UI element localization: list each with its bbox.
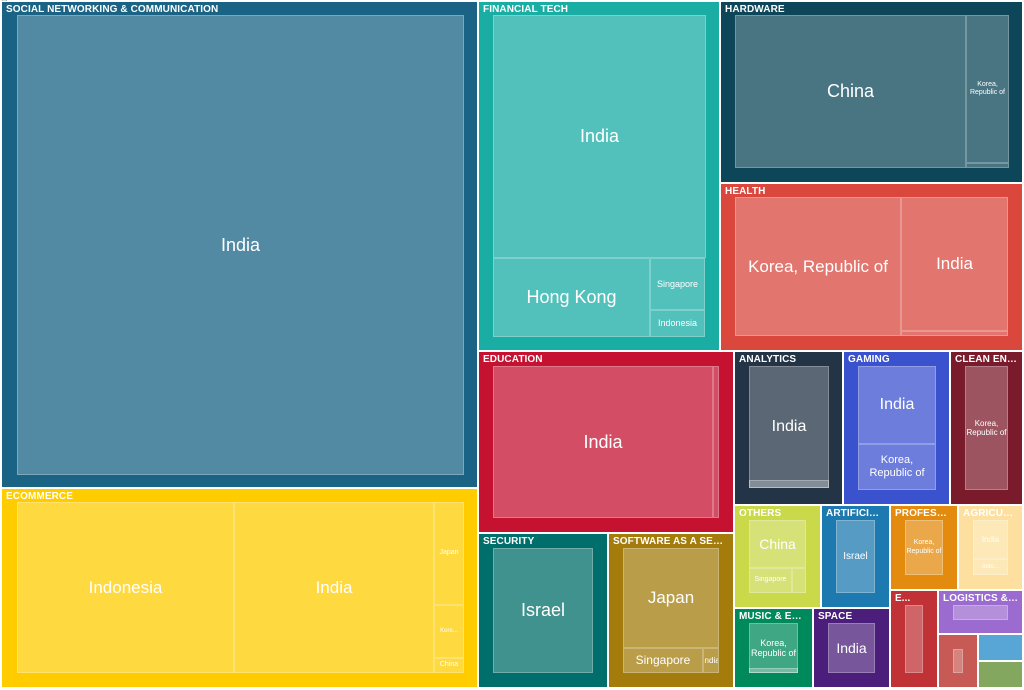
group-label: Others	[739, 508, 782, 519]
leaf-india[interactable]: India	[703, 648, 719, 673]
group-artificial-intelligence[interactable]: Artificial IntelligenceIsrael	[821, 505, 890, 608]
group-label: Financial Tech	[483, 4, 569, 15]
leaf-korea-republic-of[interactable]: Korea, Republic of	[749, 623, 798, 673]
group-label: Agriculture	[963, 508, 1018, 519]
group-unlabeled-19[interactable]	[938, 634, 978, 688]
leaf-hong-kong[interactable]: Hong Kong	[493, 258, 650, 337]
group-label: Hardware	[725, 4, 785, 15]
leaf-unlabeled[interactable]	[905, 605, 923, 673]
group-professional-services[interactable]: Professional ServicesKorea, Republic of	[890, 505, 958, 590]
leaf-india[interactable]: India	[234, 502, 434, 673]
leaf-korea-republic-of[interactable]: Korea, Republic of	[965, 366, 1008, 490]
leaf-israel[interactable]: Israel	[493, 548, 593, 673]
group-label: Space	[818, 611, 853, 622]
group-label: Education	[483, 354, 543, 365]
group-label: Artificial Intelligence	[826, 508, 885, 519]
group-space[interactable]: Space India	[813, 608, 890, 688]
group-financial-tech[interactable]: Financial Tech India Hong Kong Singapore Ind…	[478, 1, 720, 351]
group-gaming[interactable]: Gaming India Korea, Republic of	[843, 351, 950, 505]
leaf-india[interactable]: India	[828, 623, 875, 673]
group-label: Health	[725, 186, 766, 197]
leaf-singapore[interactable]: Singapore	[623, 648, 703, 673]
leaf-korea-republic-of[interactable]: Korea, Republic of	[858, 444, 936, 490]
group-unlabeled-21[interactable]	[978, 661, 1023, 688]
group-others[interactable]: Others China Singapore	[734, 505, 821, 608]
group-music-entertainment[interactable]: Music & EntertainmentKorea, Republic of	[734, 608, 813, 688]
group-label: Social Networking & Communication	[6, 4, 219, 15]
group-logistics-transportation[interactable]: Logistics & Transportation	[938, 590, 1023, 634]
leaf-singapore[interactable]: Singapore	[650, 258, 705, 310]
group-label: E...	[895, 593, 911, 604]
leaf-japan[interactable]: Japan	[623, 548, 719, 648]
leaf-unlabeled[interactable]	[749, 668, 798, 673]
leaf-korea-republic-of[interactable]: Korea, Republic of	[735, 197, 901, 336]
leaf-unlabeled[interactable]	[978, 661, 1023, 688]
leaf-india[interactable]: India	[973, 520, 1008, 559]
leaf-india[interactable]: India	[858, 366, 936, 444]
group-label: Software as a Service	[613, 536, 729, 547]
group-clean-energy[interactable]: Clean EnergyKorea, Republic of	[950, 351, 1023, 505]
group-label: Analytics	[739, 354, 797, 365]
leaf-singapore[interactable]: Singapore	[749, 568, 792, 593]
leaf-unlabeled[interactable]	[901, 331, 1008, 336]
group-social-networking-communication[interactable]: Social Networking & Communication India	[1, 1, 478, 488]
group-label: Professional Services	[895, 508, 953, 519]
group-ecommerce[interactable]: Ecommerce Indonesia India Japan Kore... China	[1, 488, 478, 688]
group-e[interactable]: E...	[890, 590, 938, 688]
leaf-india[interactable]: India	[493, 366, 713, 518]
leaf-unlabeled[interactable]	[953, 605, 1008, 620]
group-unlabeled-20[interactable]	[978, 634, 1023, 661]
group-label: Clean Energy	[955, 354, 1018, 365]
leaf-korea-republic-of[interactable]: Korea, Republic of	[905, 520, 943, 575]
group-education[interactable]: Education India	[478, 351, 734, 533]
treemap-chart: all Social Networking & CommunicationInd…	[0, 0, 1024, 690]
leaf-japan[interactable]: Japan	[434, 502, 464, 605]
leaf-unlabeled[interactable]	[713, 366, 719, 518]
leaf-indo[interactable]: Indo...	[973, 559, 1008, 575]
leaf-unlabeled[interactable]	[792, 568, 806, 593]
leaf-kore[interactable]: Kore...	[434, 605, 464, 658]
group-agriculture[interactable]: AgricultureIndiaIndo...	[958, 505, 1023, 590]
leaf-india[interactable]: India	[17, 15, 464, 475]
leaf-india[interactable]: India	[749, 366, 829, 488]
leaf-unlabeled[interactable]	[749, 480, 829, 488]
leaf-unlabeled[interactable]	[953, 649, 963, 673]
leaf-unlabeled[interactable]	[978, 634, 1023, 661]
group-software-as-a-service[interactable]: Software as a ServiceJapanSingaporeIndia	[608, 533, 734, 688]
group-health[interactable]: Health Korea, Republic of India	[720, 183, 1023, 351]
leaf-india[interactable]: India	[901, 197, 1008, 331]
leaf-indonesia[interactable]: Indonesia	[17, 502, 234, 673]
group-label: Gaming	[848, 354, 890, 365]
leaf-unlabeled[interactable]	[966, 163, 1009, 168]
leaf-korea-republic-of[interactable]: Korea, Republic of	[966, 15, 1009, 163]
group-label: Security	[483, 536, 535, 547]
leaf-china[interactable]: China	[749, 520, 806, 568]
leaf-india[interactable]: India	[493, 15, 706, 258]
leaf-israel[interactable]: Israel	[836, 520, 875, 593]
leaf-china[interactable]: China	[735, 15, 966, 168]
group-label: Logistics & Transportation	[943, 593, 1018, 604]
group-label: Ecommerce	[6, 491, 74, 502]
leaf-china[interactable]: China	[434, 658, 464, 673]
leaf-indonesia[interactable]: Indonesia	[650, 310, 705, 337]
group-analytics[interactable]: Analytics India	[734, 351, 843, 505]
group-security[interactable]: Security Israel	[478, 533, 608, 688]
group-label: Music & Entertainment	[739, 611, 808, 622]
group-hardware[interactable]: Hardware China Korea, Republic of	[720, 1, 1023, 183]
